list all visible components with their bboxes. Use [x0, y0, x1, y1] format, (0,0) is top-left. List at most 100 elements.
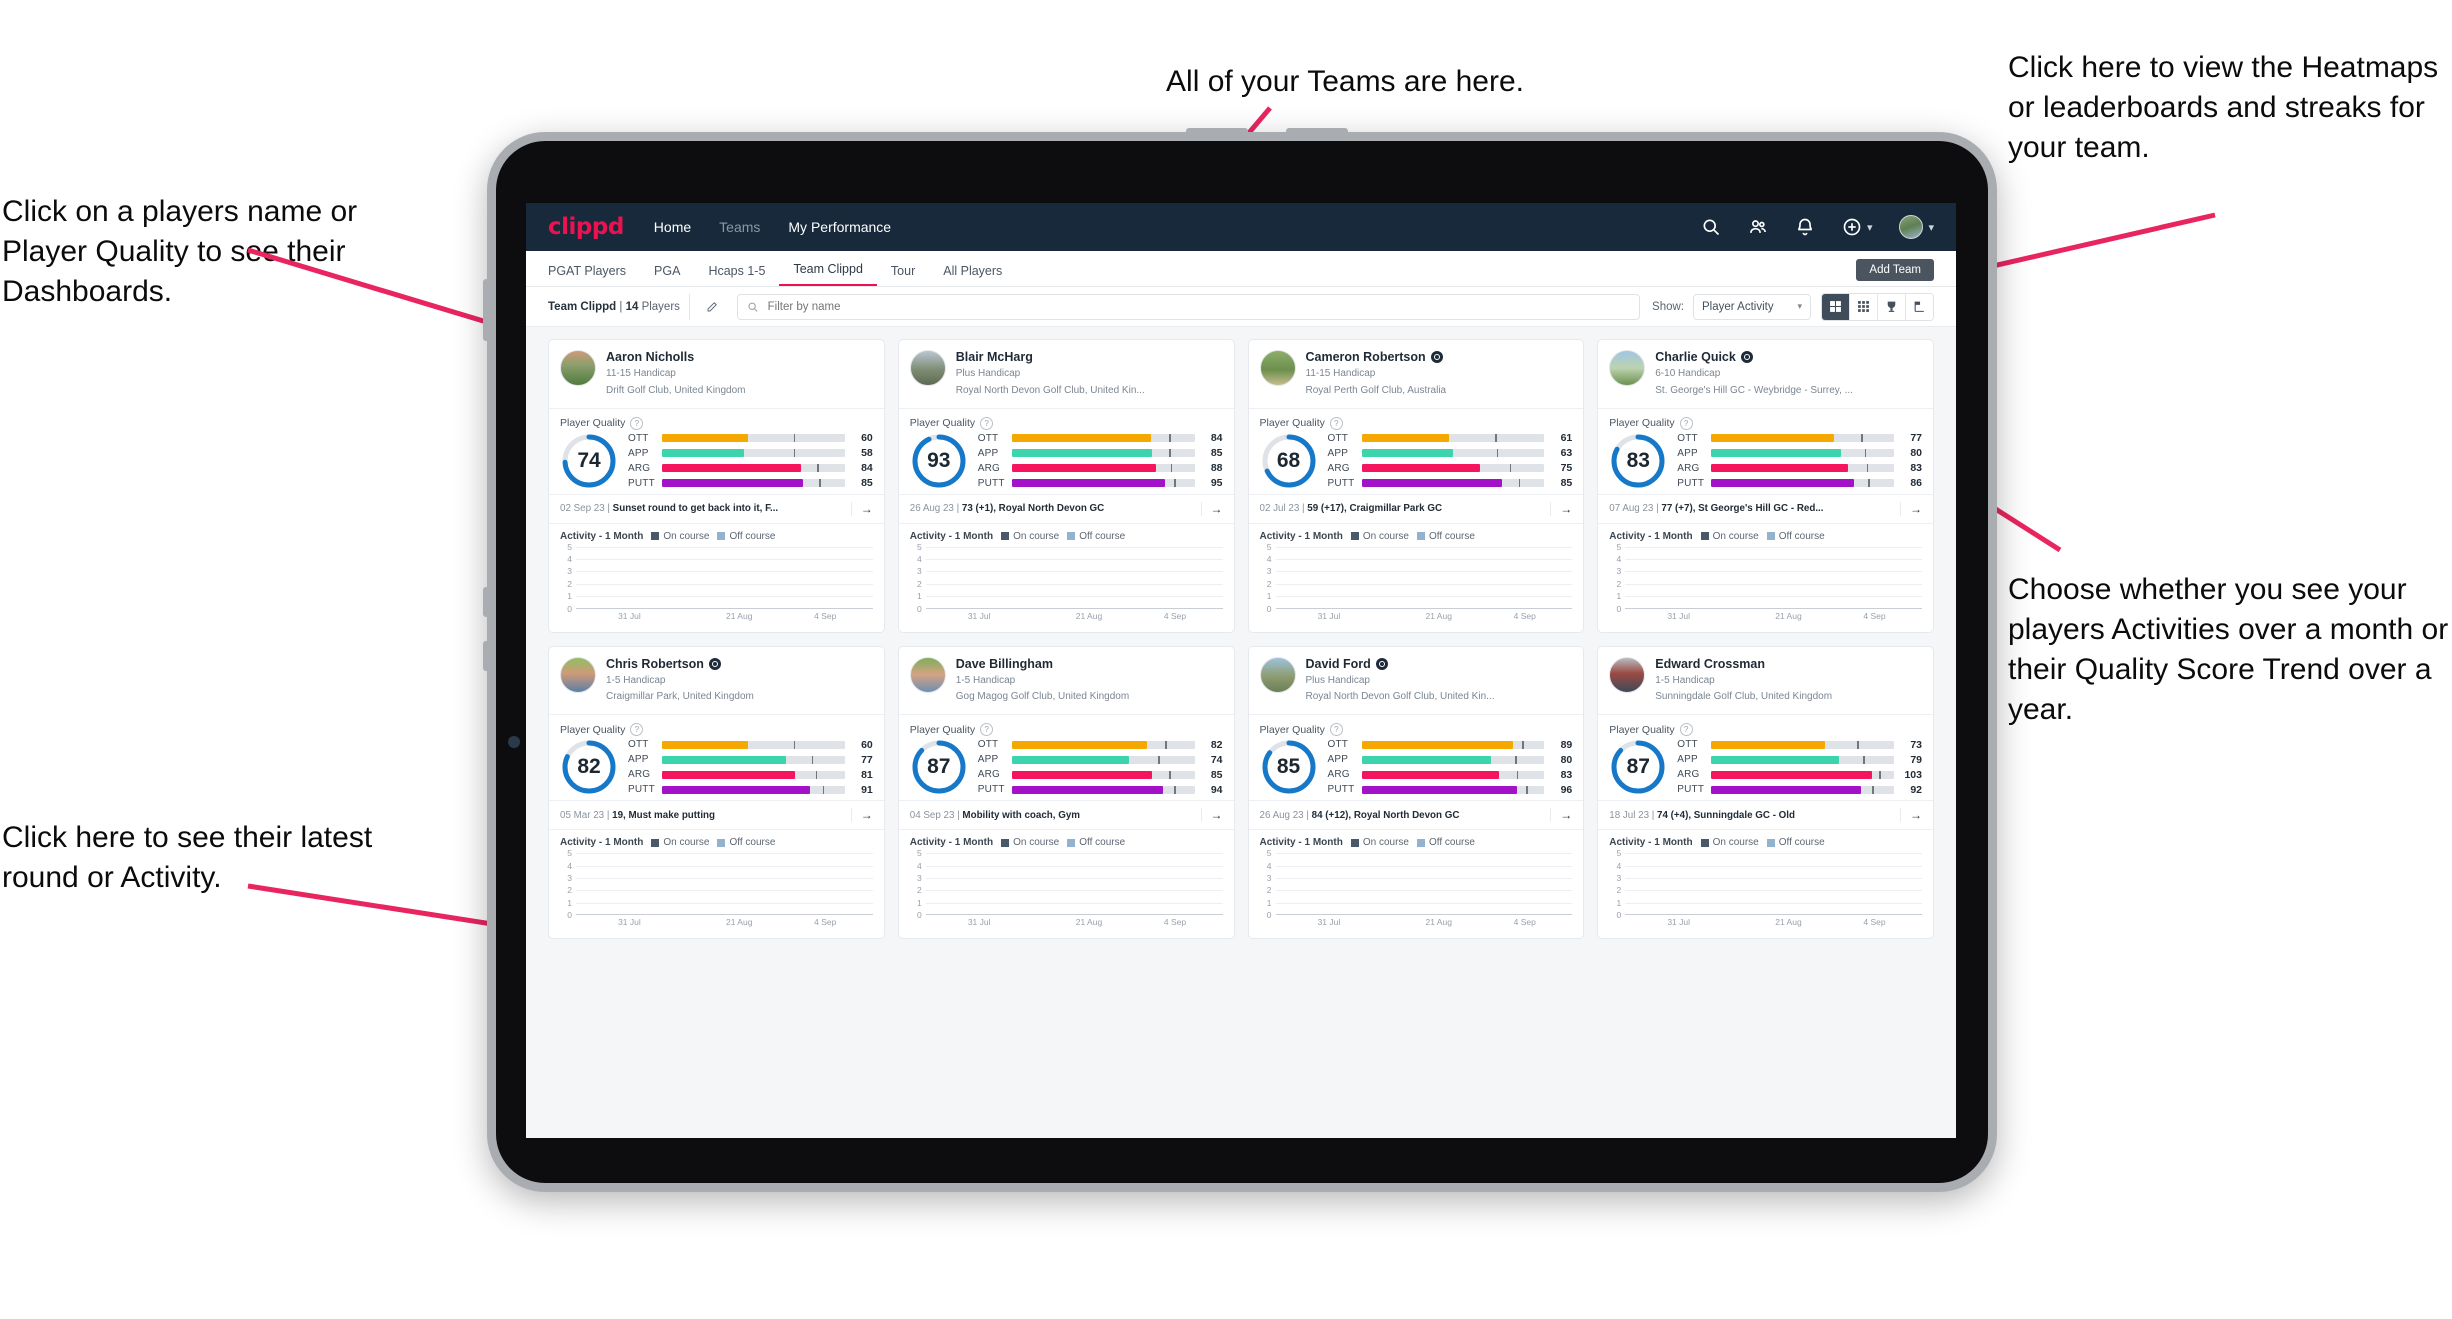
arrow-right-icon[interactable]: → [1900, 501, 1922, 516]
player-quality-section[interactable]: Player Quality? 74 OTT 60 APP 58 ARG 84 PUTT 85 [549, 409, 884, 494]
player-card[interactable]: Charlie Quick 6-10 Handicap St. George's H… [1597, 339, 1934, 633]
heatmap-icon[interactable] [1906, 293, 1933, 320]
player-card[interactable]: Blair McHarg Plus Handicap Royal North Dev… [897, 339, 1235, 633]
tab-team-clippd[interactable]: Team Clippd [779, 262, 877, 286]
player-card[interactable]: Aaron Nicholls 11-15 Handicap Drift Golf C… [548, 339, 885, 633]
add-menu[interactable]: ▾ [1842, 217, 1872, 237]
arrow-right-icon[interactable]: → [1900, 808, 1922, 823]
latest-round-row[interactable]: 26 Aug 23 | 84 (+12), Royal North Devon … [1248, 800, 1584, 831]
latest-round-row[interactable]: 07 Aug 23 | 77 (+7), St George's Hill GC… [1598, 493, 1933, 524]
player-card-header[interactable]: Aaron Nicholls 11-15 Handicap Drift Golf C… [549, 340, 884, 409]
x-axis-label: 21 Aug [1425, 917, 1452, 928]
avatar[interactable] [909, 350, 946, 386]
metric-track [1711, 785, 1894, 794]
activity-chart: 5 4 3 2 1 0 31 Jul 21 Aug 4 Sep [560, 848, 873, 929]
show-select[interactable]: Player Activity ▾ [1693, 293, 1811, 320]
y-axis-label: 4 [1266, 860, 1272, 871]
annotation-top: All of your Teams are here. [1166, 65, 1524, 98]
player-name[interactable]: Chris Robertson [606, 657, 754, 671]
search-input[interactable] [765, 299, 1631, 314]
nav-link-teams[interactable]: Teams [719, 219, 760, 235]
question-icon[interactable]: ? [1679, 723, 1693, 737]
question-icon[interactable]: ? [980, 416, 994, 430]
latest-round-row[interactable]: 26 Aug 23 | 73 (+1), Royal North Devon G… [898, 493, 1234, 524]
tab-hcaps-1-5[interactable]: Hcaps 1-5 [694, 264, 779, 286]
player-card[interactable]: Cameron Robertson 11-15 Handicap Royal Per… [1247, 339, 1585, 633]
grid-small-icon[interactable] [1850, 293, 1878, 320]
question-icon[interactable]: ? [1679, 416, 1693, 430]
player-card-header[interactable]: Charlie Quick 6-10 Handicap St. George's H… [1598, 340, 1933, 409]
grid-large-icon[interactable] [1822, 293, 1850, 320]
player-club: Craigmillar Park, United Kingdom [606, 691, 754, 703]
player-card-header[interactable]: Chris Robertson 1-5 Handicap Craigmillar P… [549, 647, 884, 716]
player-card-header[interactable]: Dave Billingham 1-5 Handicap Gog Magog Gol… [898, 647, 1234, 716]
player-quality-section[interactable]: Player Quality? 87 OTT 73 APP 79 ARG 103 PUTT 92 [1598, 715, 1933, 800]
player-card[interactable]: David Ford Plus Handicap Royal North Devon… [1247, 645, 1585, 940]
player-name[interactable]: David Ford [1306, 657, 1495, 671]
player-name[interactable]: Edward Crossman [1655, 657, 1832, 671]
player-name[interactable]: Dave Billingham [956, 657, 1129, 671]
arrow-right-icon[interactable]: → [850, 808, 873, 823]
arrow-right-icon[interactable]: → [1200, 808, 1223, 823]
player-name[interactable]: Blair McHarg [956, 350, 1145, 364]
arrow-right-icon[interactable]: → [1200, 501, 1223, 516]
search-icon[interactable] [1701, 217, 1721, 237]
question-icon[interactable]: ? [980, 723, 994, 737]
question-icon[interactable]: ? [630, 416, 644, 430]
plus-circle-icon[interactable] [1842, 217, 1862, 237]
player-name[interactable]: Cameron Robertson [1306, 350, 1447, 364]
nav-link-home[interactable]: Home [654, 219, 691, 235]
player-card-header[interactable]: Blair McHarg Plus Handicap Royal North Dev… [898, 340, 1234, 409]
tab-pgat-players[interactable]: PGAT Players [548, 264, 640, 286]
player-name[interactable]: Charlie Quick [1655, 350, 1853, 364]
latest-round-row[interactable]: 18 Jul 23 | 74 (+4), Sunningdale GC - Ol… [1598, 800, 1933, 831]
player-quality-section[interactable]: Player Quality? 93 OTT 84 APP 85 ARG 88 PUTT 95 [899, 409, 1234, 494]
tab-all-players[interactable]: All Players [929, 264, 1016, 286]
player-club: Sunningdale Golf Club, United Kingdom [1655, 691, 1833, 703]
player-quality-section[interactable]: Player Quality? 87 OTT 82 APP 74 ARG 85 PUTT 94 [899, 715, 1234, 800]
tab-pga[interactable]: PGA [640, 264, 694, 286]
player-card-header[interactable]: Edward Crossman 1-5 Handicap Sunningdale G… [1598, 647, 1933, 716]
nav-link-my-performance[interactable]: My Performance [788, 219, 891, 235]
avatar[interactable] [1259, 656, 1296, 693]
search-box[interactable] [736, 293, 1641, 320]
player-card-header[interactable]: Cameron Robertson 11-15 Handicap Royal Per… [1248, 340, 1584, 409]
avatar[interactable] [1609, 656, 1646, 693]
player-name[interactable]: Aaron Nicholls [606, 350, 746, 364]
question-icon[interactable]: ? [1329, 416, 1343, 430]
player-quality-section[interactable]: Player Quality? 82 OTT 60 APP 77 ARG 81 PUTT 91 [549, 715, 884, 800]
player-quality-section[interactable]: Player Quality? 83 OTT 77 APP 80 ARG 83 PUTT 86 [1598, 409, 1933, 494]
player-card[interactable]: Edward Crossman 1-5 Handicap Sunningdale G… [1597, 645, 1934, 940]
avatar[interactable] [1609, 350, 1646, 386]
latest-round-row[interactable]: 02 Sep 23 | Sunset round to get back int… [549, 493, 884, 524]
latest-round-row[interactable]: 02 Jul 23 | 59 (+17), Craigmillar Park G… [1248, 493, 1584, 524]
arrow-right-icon[interactable]: → [1550, 808, 1572, 823]
player-card-header[interactable]: David Ford Plus Handicap Royal North Devon… [1248, 647, 1584, 716]
tab-tour[interactable]: Tour [877, 264, 929, 286]
pencil-icon[interactable] [688, 293, 725, 320]
player-handicap: Plus Handicap [955, 368, 1021, 379]
question-icon[interactable]: ? [1329, 723, 1343, 737]
latest-round-row[interactable]: 04 Sep 23 | Mobility with coach, Gym → [898, 800, 1234, 831]
bell-icon[interactable] [1795, 217, 1815, 237]
question-icon[interactable]: ? [630, 723, 644, 737]
people-icon[interactable] [1748, 217, 1768, 237]
profile-menu[interactable]: ▾ [1899, 215, 1934, 239]
player-quality-section[interactable]: Player Quality? 85 OTT 89 APP 80 ARG 83 PUTT 96 [1249, 715, 1584, 800]
arrow-right-icon[interactable]: → [850, 501, 873, 516]
player-card[interactable]: Chris Robertson 1-5 Handicap Craigmillar P… [548, 645, 885, 940]
trophy-icon[interactable] [1878, 293, 1906, 320]
add-team-button[interactable]: Add Team [1856, 259, 1934, 281]
clippd-logo[interactable]: clippd [548, 214, 624, 240]
avatar[interactable] [909, 656, 946, 693]
legend-on-course: On course [1001, 531, 1059, 542]
avatar[interactable] [1899, 215, 1924, 239]
avatar[interactable] [560, 350, 596, 386]
avatar[interactable] [560, 656, 596, 693]
latest-round-row[interactable]: 05 Mar 23 | 19, Must make putting → [549, 800, 884, 831]
arrow-right-icon[interactable]: → [1550, 501, 1572, 516]
x-axis-label: 4 Sep [1863, 610, 1886, 621]
avatar[interactable] [1259, 350, 1296, 386]
player-quality-section[interactable]: Player Quality? 68 OTT 61 APP 63 ARG 75 PUTT 85 [1249, 409, 1584, 494]
player-card[interactable]: Dave Billingham 1-5 Handicap Gog Magog Gol… [897, 645, 1235, 940]
